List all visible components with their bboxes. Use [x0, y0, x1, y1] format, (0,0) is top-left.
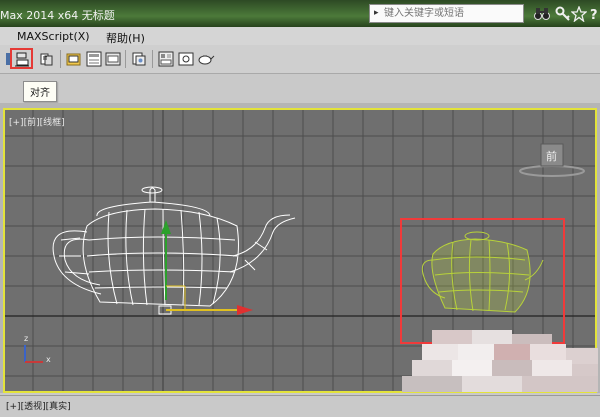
layer-manager-icon[interactable] [85, 50, 103, 68]
teapot-wireframe [52, 186, 296, 315]
menu-bar: MAXScript(X) 帮助(H) [0, 27, 600, 46]
viewcube[interactable]: 前 [518, 142, 586, 180]
selection-highlight-box [400, 218, 565, 344]
align-tooltip: 对齐 [23, 81, 57, 102]
help-icon[interactable]: ? [586, 5, 600, 23]
search-box[interactable]: ▸ [369, 4, 524, 23]
search-arrow-icon: ▸ [374, 8, 379, 18]
align-icon[interactable] [13, 50, 31, 68]
curve-editor-icon[interactable] [104, 50, 122, 68]
viewport-label-perspective[interactable]: [+][透视][真实] [6, 399, 71, 412]
axis-x-label: x [46, 355, 51, 364]
pixelated-area [402, 330, 598, 392]
render-setup-icon[interactable] [177, 50, 195, 68]
render-teapot-icon[interactable] [197, 50, 215, 68]
viewcube-face-label: 前 [546, 150, 557, 163]
perspective-viewport-header: [+][透视][真实] [0, 395, 600, 417]
title-bar: Max 2014 x64 无标题 ▸ ? [0, 0, 600, 27]
search-input[interactable] [384, 7, 520, 20]
window-title: Max 2014 x64 无标题 [0, 9, 115, 22]
binoculars-icon[interactable] [533, 5, 551, 23]
schematic-view-icon[interactable] [130, 50, 148, 68]
axis-z-label: z [24, 334, 29, 343]
viewport-label-front[interactable]: [+][前][线框] [9, 115, 65, 128]
mirror-icon[interactable] [38, 50, 56, 68]
material-editor-icon[interactable] [157, 50, 175, 68]
named-selection-icon[interactable] [65, 50, 83, 68]
main-toolbar [0, 45, 600, 74]
menu-help[interactable]: 帮助(H) [106, 30, 145, 46]
menu-maxscript[interactable]: MAXScript(X) [17, 30, 90, 43]
svg-text:?: ? [590, 8, 598, 22]
